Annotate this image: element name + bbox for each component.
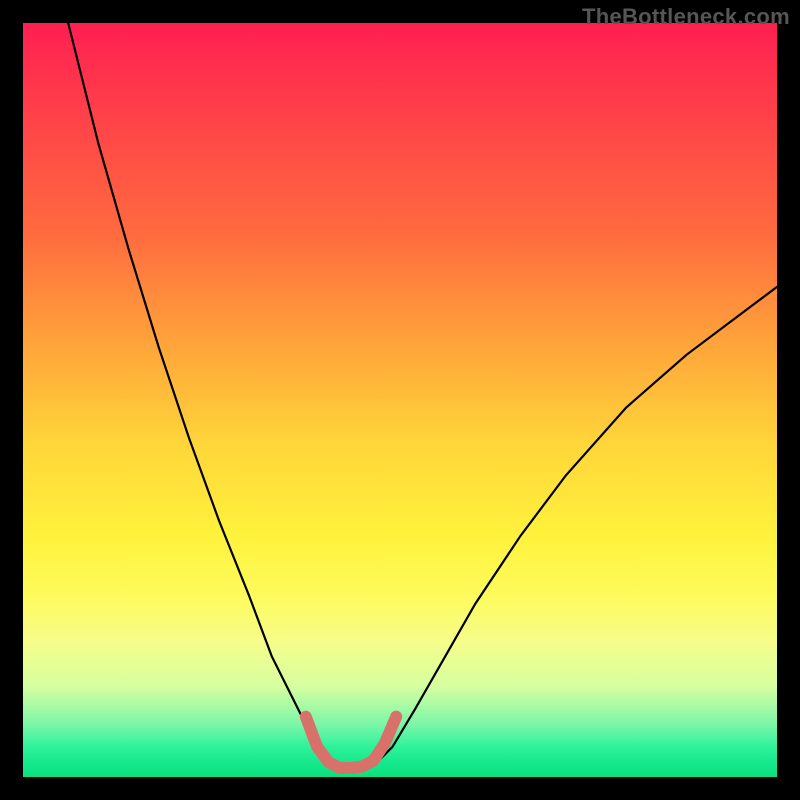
curve-left — [68, 23, 332, 762]
plot-area — [23, 23, 777, 777]
chart-curves — [23, 23, 777, 777]
curve-right — [377, 287, 777, 762]
watermark-text: TheBottleneck.com — [582, 4, 790, 30]
chart-frame: TheBottleneck.com — [0, 0, 800, 800]
curve-highlight — [306, 717, 396, 768]
